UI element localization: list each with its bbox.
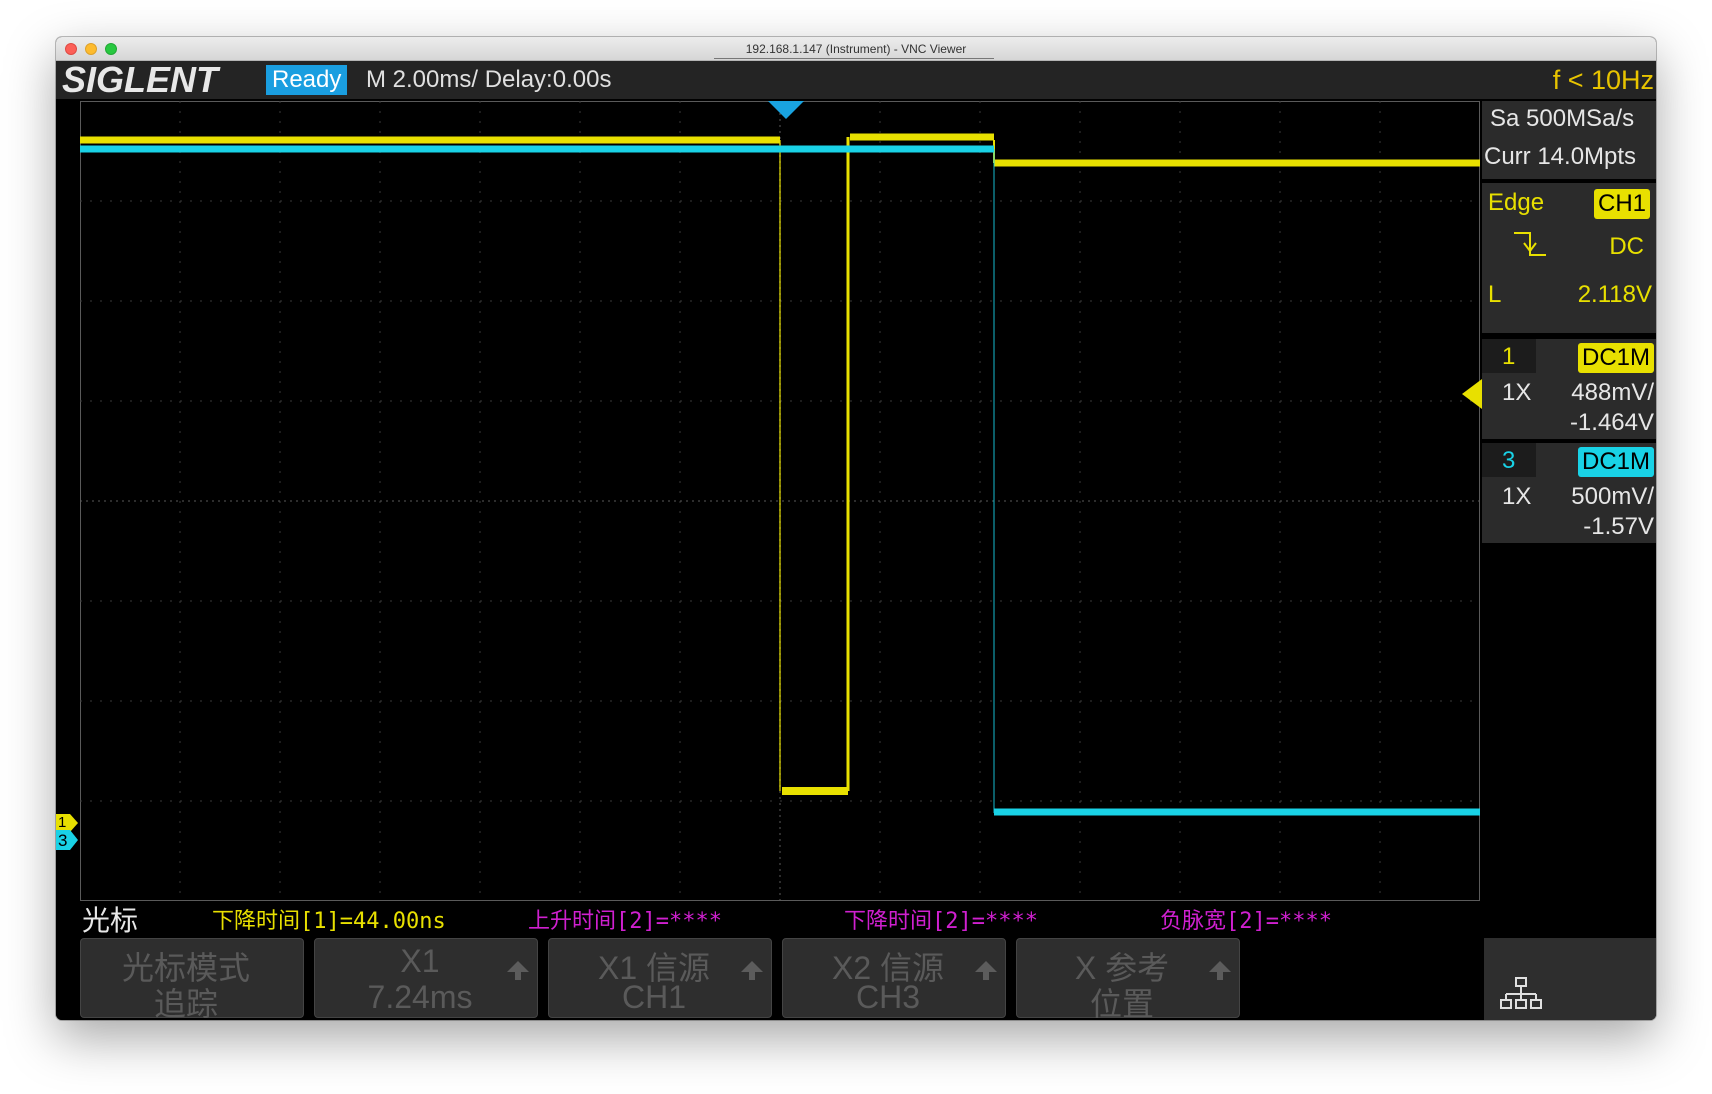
ch3-coupling-badge: DC1M [1577,447,1654,477]
network-icon [1500,977,1542,1009]
falling-edge-icon [1514,232,1546,256]
softkey-x2-source[interactable]: X2 信源 CH3 [782,938,1006,1018]
ch3-number: 3 [1502,447,1516,474]
timebase-readout[interactable]: M 2.00ms/ Delay:0.00s [366,65,611,95]
ch1-marker-label: 1 [58,814,67,831]
trigger-coupling: DC [1609,233,1644,260]
sample-rate: Sa 500MSa/s [1490,105,1635,132]
up-arrow-icon [975,961,997,980]
ch3-probe: 1X [1502,483,1532,510]
trigger-source-badge: CH1 [1593,189,1650,219]
measurement-rise-time-2: 上升时间[2]=**** [528,909,722,934]
ch1-settings-panel[interactable]: 1 DC1M 1X 488mV/ -1.464V [1482,339,1656,439]
waveform-display[interactable] [80,101,1480,901]
siglent-logo: SIGLENT [62,59,219,100]
memory-depth: Curr 14.0Mpts [1484,143,1637,170]
acquisition-panel[interactable]: Sa 500MSa/s Curr 14.0Mpts [1482,101,1656,179]
window-title: 192.168.1.147 (Instrument) - VNC Viewer [745,42,967,56]
network-status-box[interactable] [1484,938,1656,1020]
ch1-probe: 1X [1502,379,1532,406]
softkey-x1-source[interactable]: X1 信源 CH1 [548,938,772,1018]
ch1-scale: 488mV/ [1571,379,1654,406]
run-status-badge[interactable]: Ready [266,65,348,95]
cursor-section-label: 光标 [82,904,139,937]
softkey-x-reference[interactable]: X 参考 位置 [1016,938,1240,1020]
title-underline [714,58,994,59]
ch1-offset: -1.464V [1569,409,1654,436]
measurement-negative-width-2: 负脉宽[2]=**** [1160,909,1332,934]
measurement-fall-time-2: 下降时间[2]=**** [844,909,1038,934]
trigger-level-marker [1462,379,1482,409]
up-arrow-icon [741,961,763,980]
ch1-number: 1 [1502,343,1516,370]
up-arrow-icon [1209,961,1231,980]
frequency-counter: f < 10Hz [1552,65,1654,95]
measurement-fall-time-1: 下降时间[1]=44.00ns [212,909,446,934]
ch3-settings-panel[interactable]: 3 DC1M 1X 500mV/ -1.57V [1482,443,1656,543]
status-bar: SIGLENT Ready M 2.00ms/ Delay:0.00s f < … [56,59,1656,100]
ch3-offset: -1.57V [1583,513,1654,540]
ch1-coupling-badge: DC1M [1577,343,1654,373]
oscilloscope-screen: SIGLENT Ready M 2.00ms/ Delay:0.00s f < … [56,59,1656,1020]
vnc-window: 192.168.1.147 (Instrument) - VNC Viewer … [56,37,1656,1020]
up-arrow-icon [507,961,529,980]
window-titlebar: 192.168.1.147 (Instrument) - VNC Viewer [56,37,1656,61]
trigger-type: Edge [1488,189,1545,216]
waveform-graticule [80,101,1480,901]
ch3-marker-label: 3 [58,831,68,850]
softkey-cursor-mode[interactable]: 光标模式 追踪 [80,938,304,1020]
trigger-level: 2.118V [1577,281,1652,308]
ch3-scale: 500mV/ [1571,483,1654,510]
softkey-x1[interactable]: X1 7.24ms [314,938,538,1018]
trigger-panel[interactable]: Edge CH1 DC L 2.118V [1482,183,1656,333]
trigger-level-label: L [1488,281,1502,308]
